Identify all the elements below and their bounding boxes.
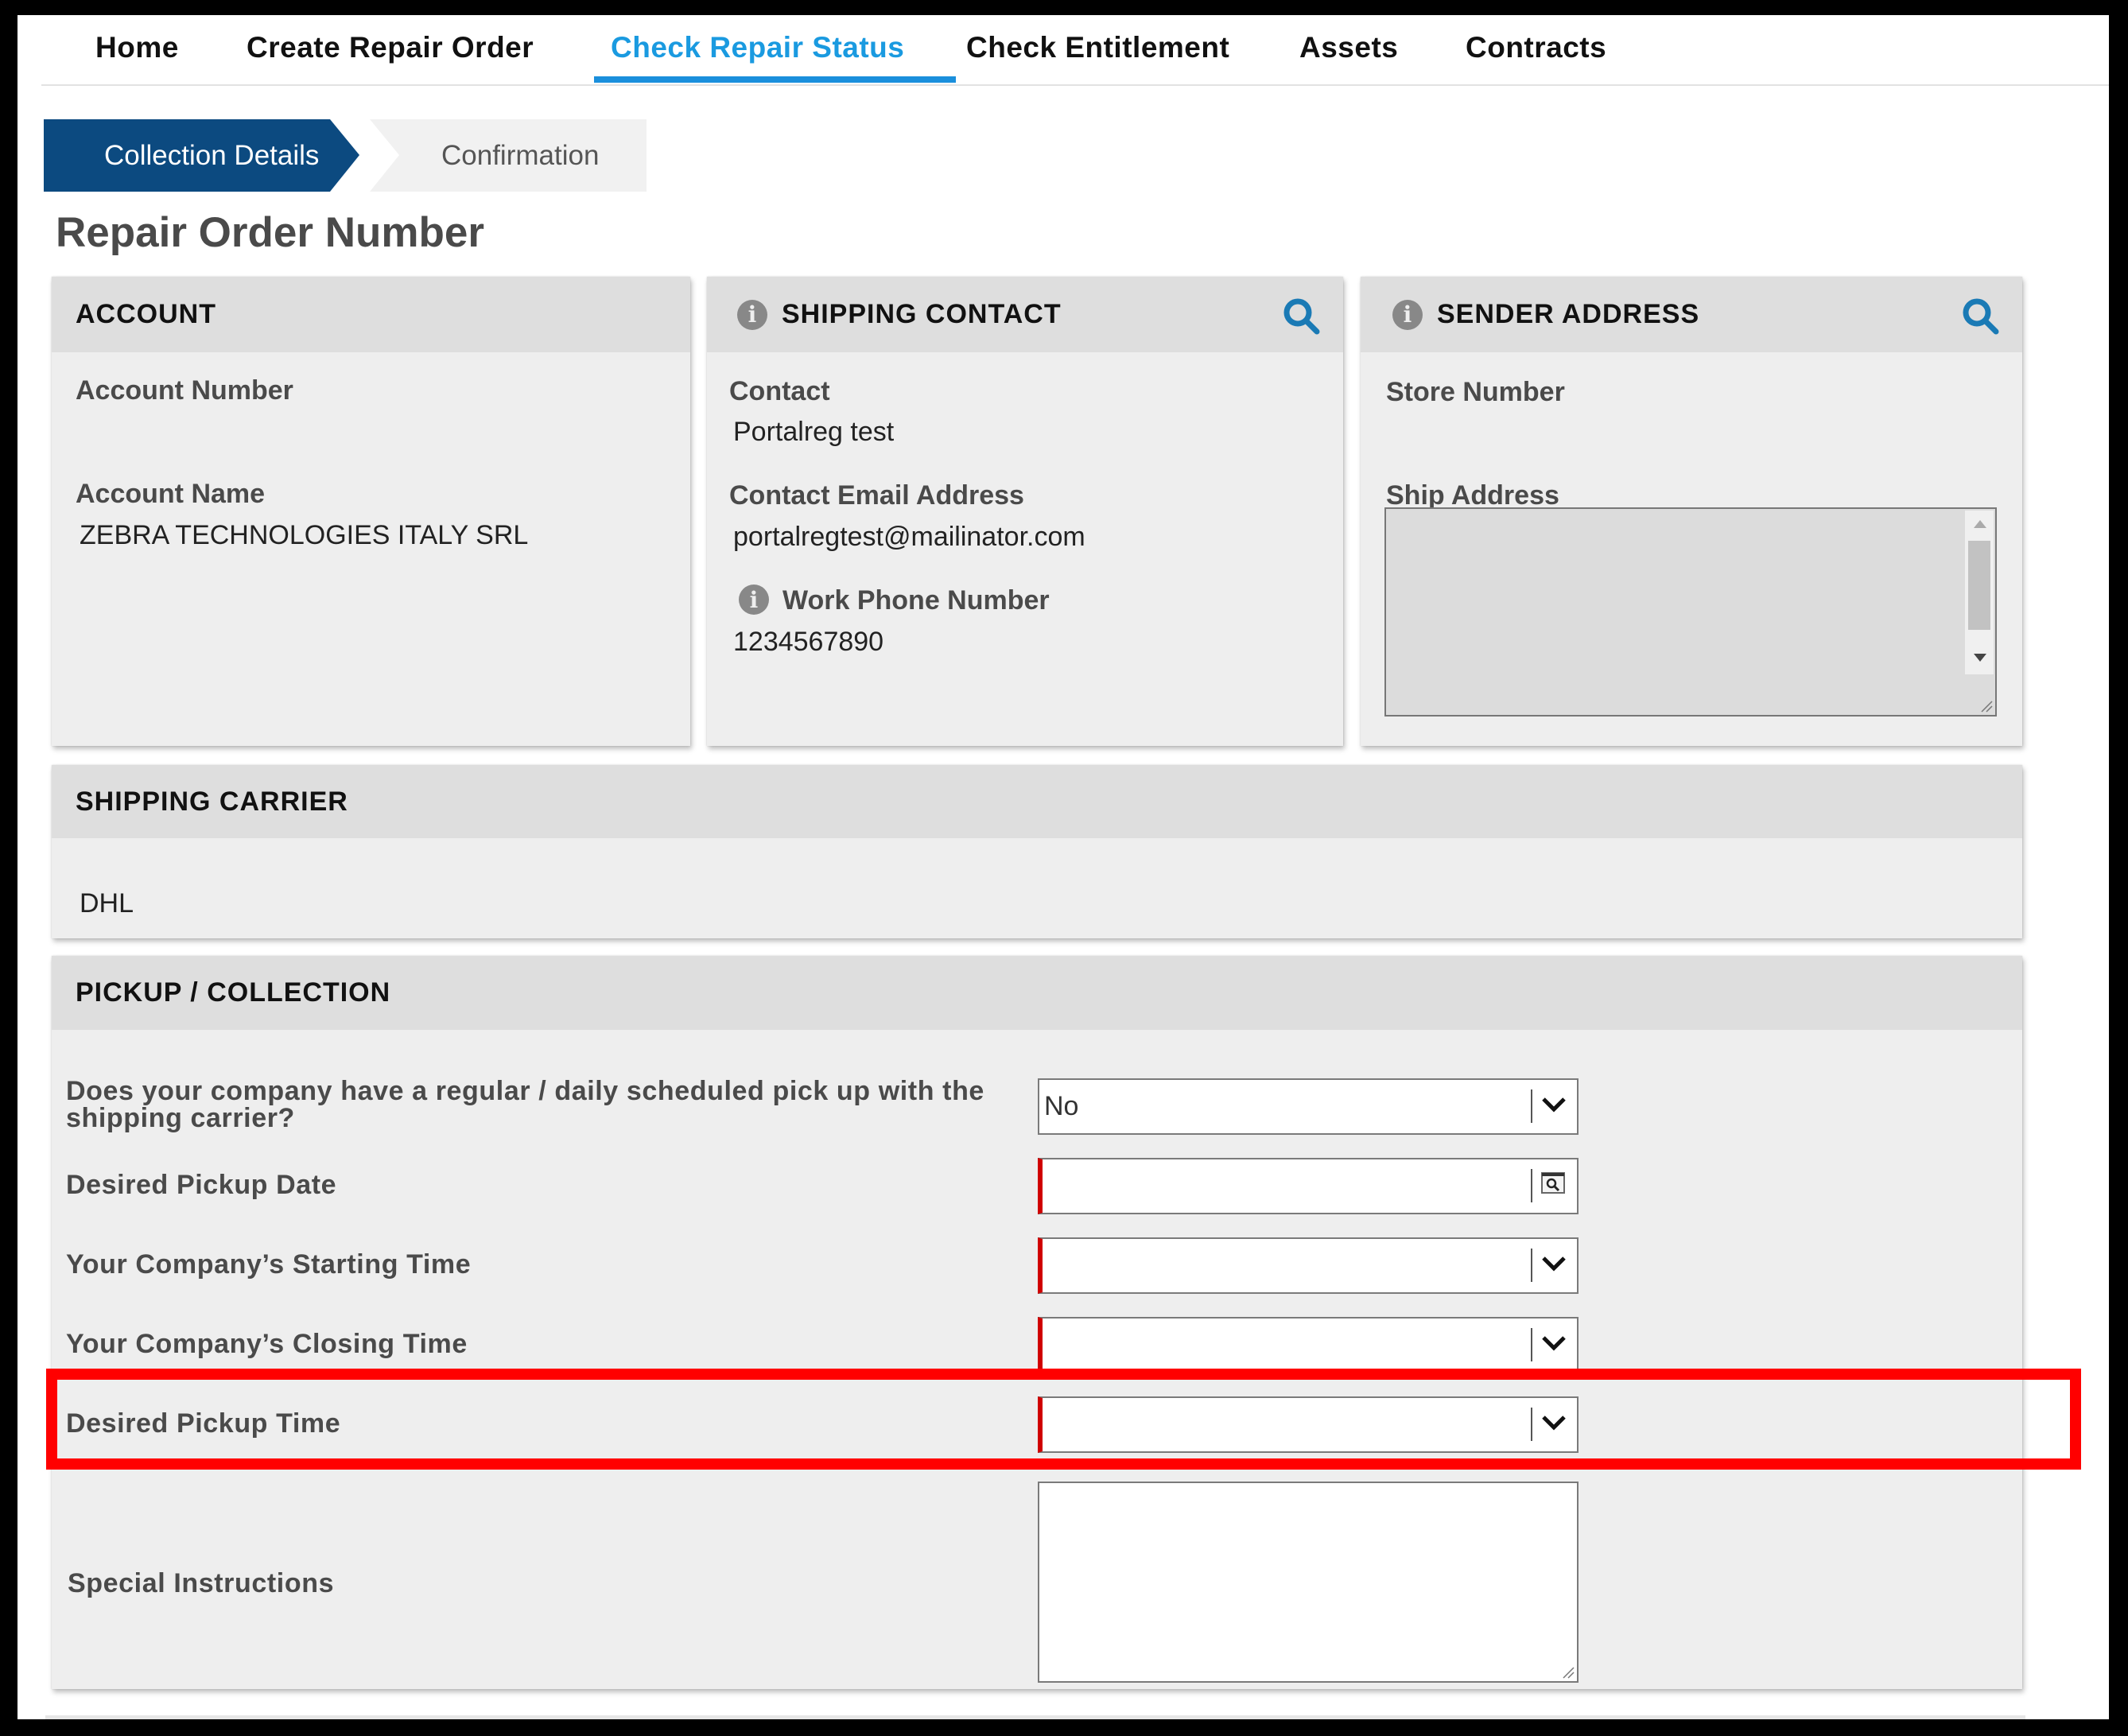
start-time-select[interactable] xyxy=(1038,1237,1579,1294)
phone-info-icon: i xyxy=(739,584,769,615)
ship-address-textarea[interactable] xyxy=(1384,507,1997,717)
info-icon: i xyxy=(737,299,767,330)
special-instructions-textarea[interactable] xyxy=(1038,1482,1579,1683)
resize-grip-icon[interactable] xyxy=(1978,698,1993,713)
contact-value: Portalreg test xyxy=(733,417,895,447)
work-phone-label: Work Phone Number xyxy=(782,585,1050,616)
page-title: Repair Order Number xyxy=(56,209,484,256)
page: Home Create Repair Order Check Repair St… xyxy=(17,15,2109,1719)
sender-address-card: i SENDER ADDRESS Store Number Ship Addre… xyxy=(1361,277,2022,746)
contact-email-value: portalregtest@mailinator.com xyxy=(733,522,1085,552)
pickup-collection-card: PICKUP / COLLECTION Does your company ha… xyxy=(52,956,2022,1689)
input-separator xyxy=(1531,1169,1532,1202)
account-number-label: Account Number xyxy=(76,375,293,406)
scroll-thumb[interactable] xyxy=(1968,541,1990,630)
account-title: ACCOUNT xyxy=(76,299,216,329)
ship-address-scrollbar[interactable] xyxy=(1965,511,1994,674)
search-icon[interactable] xyxy=(1281,296,1322,337)
chevron-down-icon[interactable] xyxy=(1540,1333,1567,1353)
closing-time-select[interactable] xyxy=(1038,1317,1579,1373)
pickup-time-select[interactable] xyxy=(1038,1396,1579,1453)
search-icon[interactable] xyxy=(1960,296,2002,337)
nav-check-repair-status[interactable]: Check Repair Status xyxy=(611,31,904,64)
select-separator xyxy=(1531,1408,1532,1441)
calendar-icon[interactable] xyxy=(1540,1171,1566,1194)
step-confirmation: Confirmation xyxy=(370,119,647,192)
special-instructions-label: Special Instructions xyxy=(68,1568,335,1598)
scroll-up-arrow-icon[interactable] xyxy=(1974,520,1986,528)
shipping-carrier-title: SHIPPING CARRIER xyxy=(76,786,348,817)
contact-email-label: Contact Email Address xyxy=(729,480,1024,511)
contact-label: Contact xyxy=(729,376,830,406)
account-name-label: Account Name xyxy=(76,479,266,509)
pickup-date-label: Desired Pickup Date xyxy=(66,1170,337,1200)
select-separator xyxy=(1531,1249,1532,1282)
top-nav: Home Create Repair Order Check Repair St… xyxy=(41,15,2109,86)
info-icon: i xyxy=(1392,299,1423,330)
store-number-label: Store Number xyxy=(1386,377,1565,407)
nav-contracts[interactable]: Contracts xyxy=(1466,31,1606,64)
regular-pickup-select[interactable]: No xyxy=(1038,1078,1579,1135)
nav-check-entitlement[interactable]: Check Entitlement xyxy=(966,31,1229,64)
closing-time-label: Your Company’s Closing Time xyxy=(66,1329,468,1359)
nav-home[interactable]: Home xyxy=(95,31,179,64)
shipping-contact-title: SHIPPING CONTACT xyxy=(782,299,1062,329)
shipping-contact-card: i SHIPPING CONTACT Contact Portalreg tes… xyxy=(707,277,1343,746)
pickup-collection-header: PICKUP / COLLECTION xyxy=(52,956,2022,1030)
select-separator xyxy=(1531,1089,1532,1123)
chevron-down-icon[interactable] xyxy=(1540,1253,1567,1274)
shipping-carrier-value: DHL xyxy=(80,888,134,918)
chevron-down-icon[interactable] xyxy=(1540,1094,1567,1115)
sender-address-title: SENDER ADDRESS xyxy=(1437,299,1700,329)
pickup-collection-title: PICKUP / COLLECTION xyxy=(76,977,391,1008)
next-section-card xyxy=(45,1715,2025,1719)
chevron-down-icon[interactable] xyxy=(1540,1412,1567,1433)
work-phone-value: 1234567890 xyxy=(733,627,884,657)
account-card: ACCOUNT Account Number Account Name ZEBR… xyxy=(52,277,690,746)
pickup-date-input[interactable] xyxy=(1038,1158,1579,1214)
select-separator xyxy=(1531,1328,1532,1361)
sender-address-header: i SENDER ADDRESS xyxy=(1361,277,2022,352)
regular-pickup-label: Does your company have a regular / daily… xyxy=(66,1076,984,1133)
active-tab-indicator xyxy=(594,76,956,83)
shipping-contact-header: i SHIPPING CONTACT xyxy=(707,277,1343,352)
account-card-header: ACCOUNT xyxy=(52,277,690,352)
shipping-carrier-card: SHIPPING CARRIER DHL xyxy=(52,765,2022,938)
scroll-down-arrow-icon[interactable] xyxy=(1974,654,1986,662)
pickup-time-label: Desired Pickup Time xyxy=(66,1408,341,1439)
account-name-value: ZEBRA TECHNOLOGIES ITALY SRL xyxy=(80,520,529,550)
step-collection-details: Collection Details xyxy=(44,119,359,192)
nav-create-repair-order[interactable]: Create Repair Order xyxy=(247,31,534,64)
start-time-label: Your Company’s Starting Time xyxy=(66,1249,472,1280)
regular-pickup-value: No xyxy=(1044,1091,1079,1121)
resize-grip-icon[interactable] xyxy=(1560,1664,1575,1679)
shipping-carrier-header: SHIPPING CARRIER xyxy=(52,765,2022,838)
nav-assets[interactable]: Assets xyxy=(1299,31,1398,64)
